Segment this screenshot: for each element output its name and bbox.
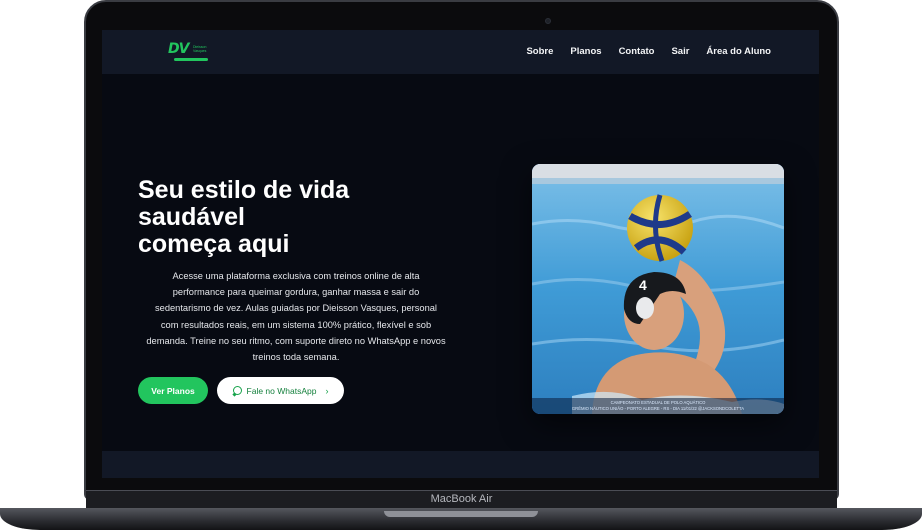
- ver-planos-button[interactable]: Ver Planos: [138, 377, 208, 404]
- navbar: DV Dieisson Vasques Sobre Planos Contato…: [102, 30, 819, 74]
- whatsapp-button[interactable]: Fale no WhatsApp ›: [217, 377, 344, 404]
- nav-item-planos[interactable]: Planos: [570, 46, 601, 57]
- nav-item-sobre[interactable]: Sobre: [526, 46, 553, 57]
- laptop-screen: DV Dieisson Vasques Sobre Planos Contato…: [102, 30, 819, 478]
- water-polo-photo: 4: [532, 164, 784, 414]
- nav-item-sair[interactable]: Sair: [671, 46, 689, 57]
- logo-underline: [174, 58, 208, 61]
- hero-image: 4 CAMPEONATO ESTADUAL DE POLO AQUÁTICO G…: [532, 164, 784, 414]
- chevron-right-icon: ›: [325, 385, 329, 396]
- logo-text: Dieisson Vasques: [193, 45, 207, 53]
- hero-description: Acesse uma plataforma exclusiva com trei…: [146, 271, 446, 363]
- nav-menu: Sobre Planos Contato Sair Área do Aluno: [526, 46, 771, 57]
- image-caption: CAMPEONATO ESTADUAL DE POLO AQUÁTICO GRÊ…: [532, 398, 784, 414]
- ver-planos-label: Ver Planos: [151, 385, 195, 396]
- next-section-strip: [102, 451, 819, 478]
- nav-item-contato[interactable]: Contato: [619, 46, 655, 57]
- device-label: MacBook Air: [430, 493, 493, 505]
- laptop-notch: [384, 511, 538, 517]
- laptop-mockup: DV Dieisson Vasques Sobre Planos Contato…: [0, 0, 922, 530]
- whatsapp-button-label: Fale no WhatsApp: [246, 385, 317, 396]
- camera-dot: [545, 18, 551, 24]
- whatsapp-icon: [232, 386, 242, 395]
- nav-item-area-do-aluno[interactable]: Área do Aluno: [706, 46, 771, 57]
- image-caption-line2: GRÊMIO NÁUTICO UNIÃO - PORTO ALEGRE - RS…: [571, 405, 745, 411]
- hero-title: Seu estilo de vida saudável começa aqui: [138, 176, 350, 258]
- cap-number: 4: [639, 277, 647, 293]
- site-logo[interactable]: DV Dieisson Vasques: [168, 41, 218, 63]
- logo-mark: DV: [168, 41, 189, 57]
